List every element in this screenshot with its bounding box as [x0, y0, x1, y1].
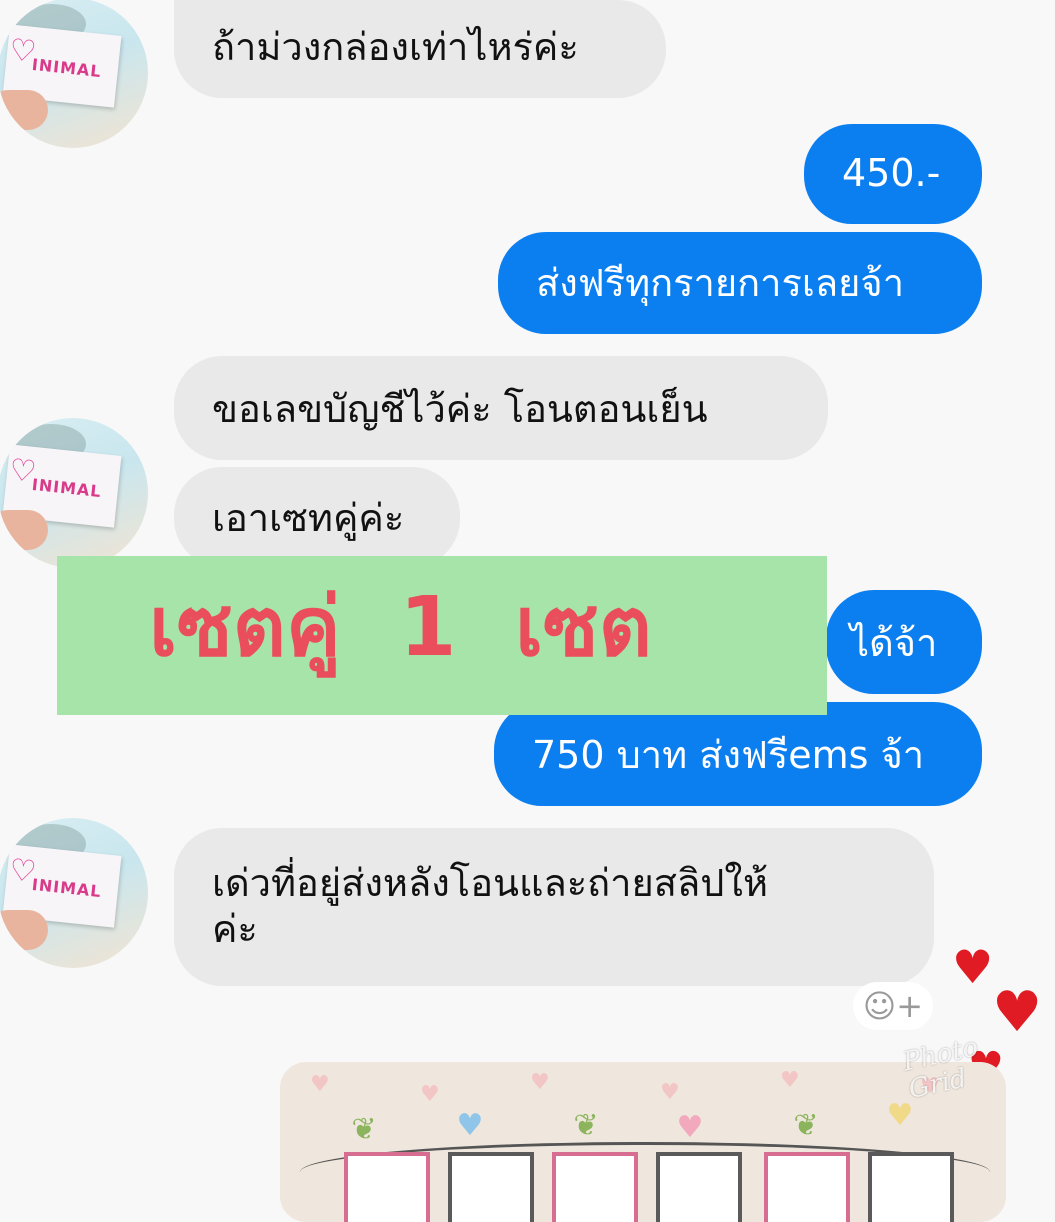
contact-avatar[interactable]: ♡ INIMAL [0, 0, 148, 148]
incoming-message[interactable]: ขอเลขบัญชีไว้ค่ะ โอนตอนเย็น [174, 356, 828, 460]
add-reaction-button[interactable]: ☺+ [853, 982, 933, 1030]
heart-icon: ♥ [420, 1082, 440, 1107]
heart-clip-icon: ♥ [456, 1108, 484, 1143]
avatar-hand [0, 910, 48, 950]
incoming-message[interactable]: เอาเซทคู่ค่ะ [174, 467, 460, 567]
avatar-brand-label: INIMAL [31, 874, 103, 902]
contact-avatar[interactable]: ♡ INIMAL [0, 418, 148, 568]
heart-icon: ♥ [780, 1068, 800, 1093]
heart-clip-icon: ♥ [676, 1110, 704, 1145]
sticker-photo [764, 1152, 850, 1222]
sticker-photo [868, 1152, 954, 1222]
contact-avatar[interactable]: ♡ INIMAL [0, 818, 148, 968]
heart-icon: ♥ [660, 1080, 680, 1105]
smile-plus-icon: ☺+ [862, 987, 924, 1025]
hello-kitty-sticker[interactable]: ♥ ♥ ♥ ♥ ♥ ♥ ❦ ♥ ❦ ♥ ❦ ♥ [280, 1062, 1006, 1222]
outgoing-message[interactable]: ส่งฟรีทุกรายการเลยจ้า [498, 232, 982, 334]
sticker-photo [656, 1152, 742, 1222]
incoming-message[interactable]: ถ้าม่วงกล่องเท่าไหร่ค่ะ [174, 0, 666, 98]
sticker-photo [552, 1152, 638, 1222]
price-overlay-banner: เซตคู่ 1 เซต [57, 556, 827, 715]
leaf-clip-icon: ❦ [573, 1108, 599, 1143]
sticker-photo [344, 1152, 430, 1222]
avatar-hand [0, 90, 48, 130]
incoming-message[interactable]: เด่วที่อยู่ส่งหลังโอนและถ่ายสลิปให้ ค่ะ [174, 828, 934, 986]
avatar-brand-label: INIMAL [31, 54, 103, 82]
leaf-clip-icon: ❦ [793, 1108, 819, 1143]
sticker-photo [448, 1152, 534, 1222]
outgoing-message[interactable]: 450.- [804, 124, 982, 224]
heart-icon: ♥ [310, 1072, 330, 1097]
leaf-clip-icon: ❦ [351, 1112, 377, 1147]
avatar-hand [0, 510, 48, 550]
avatar-brand-label: INIMAL [31, 474, 103, 502]
outgoing-message[interactable]: 750 บาท ส่งฟรีems จ้า [494, 702, 982, 806]
outgoing-message[interactable]: ได้จ้า [826, 590, 982, 694]
heart-icon: ♥ [530, 1070, 550, 1095]
photo-grid-watermark: Photo Grid [900, 1032, 981, 1105]
heart-icon: ♥ [952, 940, 994, 994]
banner-text: เซตคู่ 1 เซต [149, 580, 652, 675]
